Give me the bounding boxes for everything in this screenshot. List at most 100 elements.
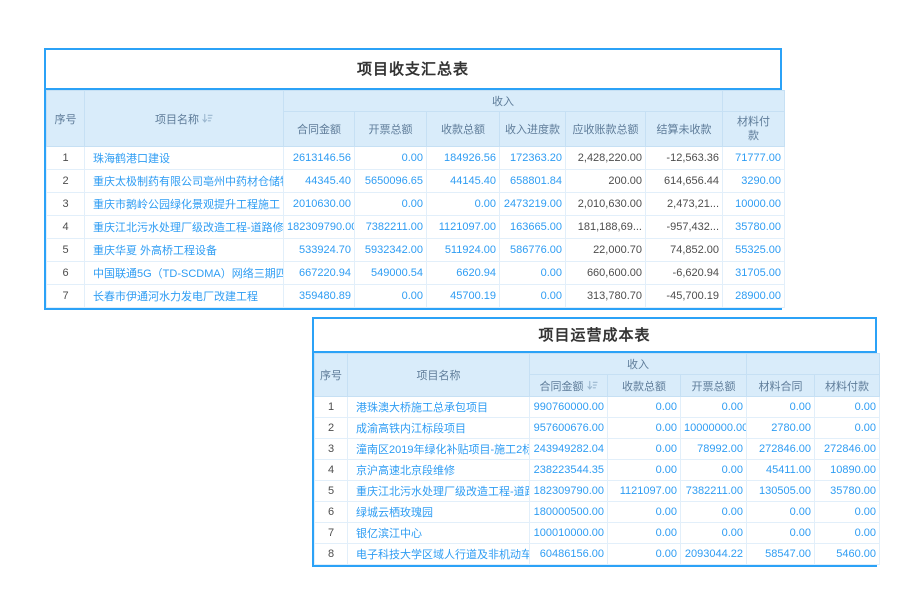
cell-contract-amount: 238223544.35 — [530, 460, 608, 481]
project-name-link[interactable]: 中国联通5G（TD-SCDMA）网络三期四川工 — [85, 262, 284, 285]
cell-contract-amount: 182309790.00 — [530, 481, 608, 502]
cell-receipt-total: 45700.19 — [427, 285, 500, 308]
project-name-link[interactable]: 重庆市鹅岭公园绿化景观提升工程施工 — [85, 193, 284, 216]
cell-receivable-total: 2,010,630.00 — [566, 193, 646, 216]
cell-invoice-total: 5650096.65 — [355, 170, 427, 193]
table-row: 6 中国联通5G（TD-SCDMA）网络三期四川工 667220.94 5490… — [47, 262, 785, 285]
cell-income-progress: 0.00 — [500, 285, 566, 308]
project-name-link[interactable]: 重庆江北污水处理厂级改造工程-道路修复 — [348, 481, 530, 502]
row-index: 6 — [47, 262, 85, 285]
cell-receipt-total: 0.00 — [427, 193, 500, 216]
project-name-link[interactable]: 重庆江北污水处理厂级改造工程-道路修复工 — [85, 216, 284, 239]
project-income-summary-table: 项目收支汇总表 序号 项目名称 收入 合同金额 开票总额 收款总额 收入进度款 … — [44, 48, 782, 310]
cell-invoice-total: 549000.54 — [355, 262, 427, 285]
cell-material-payment: 71777.00 — [723, 147, 785, 170]
project-operating-cost-table: 项目运营成本表 序号 项目名称 收入 合同金额 收款总额 开票总额 材料合同 材… — [312, 317, 877, 567]
col-header-contract-amount[interactable]: 合同金额 — [530, 375, 608, 397]
cell-receivable-total: 2,428,220.00 — [566, 147, 646, 170]
cell-contract-amount: 243949282.04 — [530, 439, 608, 460]
table-row: 4 重庆江北污水处理厂级改造工程-道路修复工 182309790.00 7382… — [47, 216, 785, 239]
cell-invoice-total: 0.00 — [681, 523, 747, 544]
cell-contract-amount: 533924.70 — [284, 239, 355, 262]
cell-material-contract: 45411.00 — [747, 460, 815, 481]
col-header-project: 项目名称 — [348, 354, 530, 397]
project-name-link[interactable]: 港珠澳大桥施工总承包项目 — [348, 397, 530, 418]
table-row: 2 成渝高铁内江标段项目 957600676.00 0.00 10000000.… — [315, 418, 880, 439]
project-name-link[interactable]: 电子科技大学区域人行道及非机动车道工 — [348, 544, 530, 565]
row-index: 2 — [315, 418, 348, 439]
cell-material-payment: 28900.00 — [723, 285, 785, 308]
cell-contract-amount: 44345.40 — [284, 170, 355, 193]
cell-invoice-total: 10000000.00 — [681, 418, 747, 439]
table-row: 7 银亿滨江中心 100010000.00 0.00 0.00 0.00 0.0… — [315, 523, 880, 544]
col-header-receivable-total: 应收账款总额 — [566, 112, 646, 147]
cell-material-payment: 35780.00 — [815, 481, 880, 502]
cell-material-contract: 0.00 — [747, 397, 815, 418]
cell-receipt-total: 0.00 — [608, 460, 681, 481]
group-header-blank — [723, 91, 785, 112]
cell-material-payment: 5460.00 — [815, 544, 880, 565]
sort-icon[interactable] — [587, 380, 598, 391]
cell-material-contract: 272846.00 — [747, 439, 815, 460]
cell-income-progress: 658801.84 — [500, 170, 566, 193]
cell-material-payment: 10890.00 — [815, 460, 880, 481]
cell-material-payment: 3290.00 — [723, 170, 785, 193]
cell-invoice-total: 0.00 — [681, 397, 747, 418]
col-header-seq: 序号 — [47, 91, 85, 147]
project-name-link[interactable]: 珠海鹤港口建设 — [85, 147, 284, 170]
row-index: 4 — [315, 460, 348, 481]
cell-material-payment: 0.00 — [815, 418, 880, 439]
project-name-link[interactable]: 长春市伊通河水力发电厂改建工程 — [85, 285, 284, 308]
row-index: 6 — [315, 502, 348, 523]
project-name-link[interactable]: 京沪高速北京段维修 — [348, 460, 530, 481]
cell-material-payment: 31705.00 — [723, 262, 785, 285]
project-name-link[interactable]: 重庆华夏 外高桥工程设备 — [85, 239, 284, 262]
cell-receipt-total: 0.00 — [608, 439, 681, 460]
sort-icon[interactable] — [202, 113, 213, 124]
cell-receipt-total: 0.00 — [608, 397, 681, 418]
cell-invoice-total: 0.00 — [355, 193, 427, 216]
row-index: 3 — [47, 193, 85, 216]
table-row: 3 重庆市鹅岭公园绿化景观提升工程施工 2010630.00 0.00 0.00… — [47, 193, 785, 216]
table-row: 1 珠海鹤港口建设 2613146.56 0.00 184926.56 1723… — [47, 147, 785, 170]
cell-invoice-total: 0.00 — [681, 460, 747, 481]
table-row: 2 重庆太极制药有限公司亳州中药材仓储物流 44345.40 5650096.6… — [47, 170, 785, 193]
cell-material-payment: 0.00 — [815, 523, 880, 544]
col-header-contract-amount: 合同金额 — [284, 112, 355, 147]
table-row: 8 电子科技大学区域人行道及非机动车道工 60486156.00 0.00 20… — [315, 544, 880, 565]
cell-settled-unreceived: 614,656.44 — [646, 170, 723, 193]
cell-material-contract: 130505.00 — [747, 481, 815, 502]
project-name-link[interactable]: 银亿滨江中心 — [348, 523, 530, 544]
group-header-income: 收入 — [284, 91, 723, 112]
cell-income-progress: 0.00 — [500, 262, 566, 285]
row-index: 5 — [315, 481, 348, 502]
project-name-link[interactable]: 成渝高铁内江标段项目 — [348, 418, 530, 439]
cell-contract-amount: 667220.94 — [284, 262, 355, 285]
table-row: 6 绿城云栖玫瑰园 180000500.00 0.00 0.00 0.00 0.… — [315, 502, 880, 523]
table-row: 3 潼南区2019年绿化补贴项目-施工2标段 243949282.04 0.00… — [315, 439, 880, 460]
project-name-link[interactable]: 潼南区2019年绿化补贴项目-施工2标段 — [348, 439, 530, 460]
col-header-project[interactable]: 项目名称 — [85, 91, 284, 147]
cell-contract-amount: 2010630.00 — [284, 193, 355, 216]
table-row: 7 长春市伊通河水力发电厂改建工程 359480.89 0.00 45700.1… — [47, 285, 785, 308]
project-name-link[interactable]: 重庆太极制药有限公司亳州中药材仓储物流 — [85, 170, 284, 193]
cell-contract-amount: 957600676.00 — [530, 418, 608, 439]
col-header-material-payment: 材料付款 — [815, 375, 880, 397]
cell-invoice-total: 7382211.00 — [681, 481, 747, 502]
cell-invoice-total: 0.00 — [681, 502, 747, 523]
cell-income-progress: 586776.00 — [500, 239, 566, 262]
cell-receipt-total: 0.00 — [608, 418, 681, 439]
cell-settled-unreceived: -45,700.19 — [646, 285, 723, 308]
cell-material-payment: 0.00 — [815, 502, 880, 523]
cost-table-grid: 序号 项目名称 收入 合同金额 收款总额 开票总额 材料合同 材料付款 1 港珠… — [314, 353, 880, 565]
cell-material-contract: 0.00 — [747, 523, 815, 544]
row-index: 7 — [315, 523, 348, 544]
cell-receipt-total: 184926.56 — [427, 147, 500, 170]
cell-receivable-total: 22,000.70 — [566, 239, 646, 262]
table-row: 5 重庆江北污水处理厂级改造工程-道路修复 182309790.00 11210… — [315, 481, 880, 502]
cell-material-payment: 0.00 — [815, 397, 880, 418]
cell-settled-unreceived: -12,563.36 — [646, 147, 723, 170]
project-name-link[interactable]: 绿城云栖玫瑰园 — [348, 502, 530, 523]
col-header-contract-amount-label: 合同金额 — [540, 381, 584, 393]
cost-table-title: 项目运营成本表 — [314, 319, 875, 353]
